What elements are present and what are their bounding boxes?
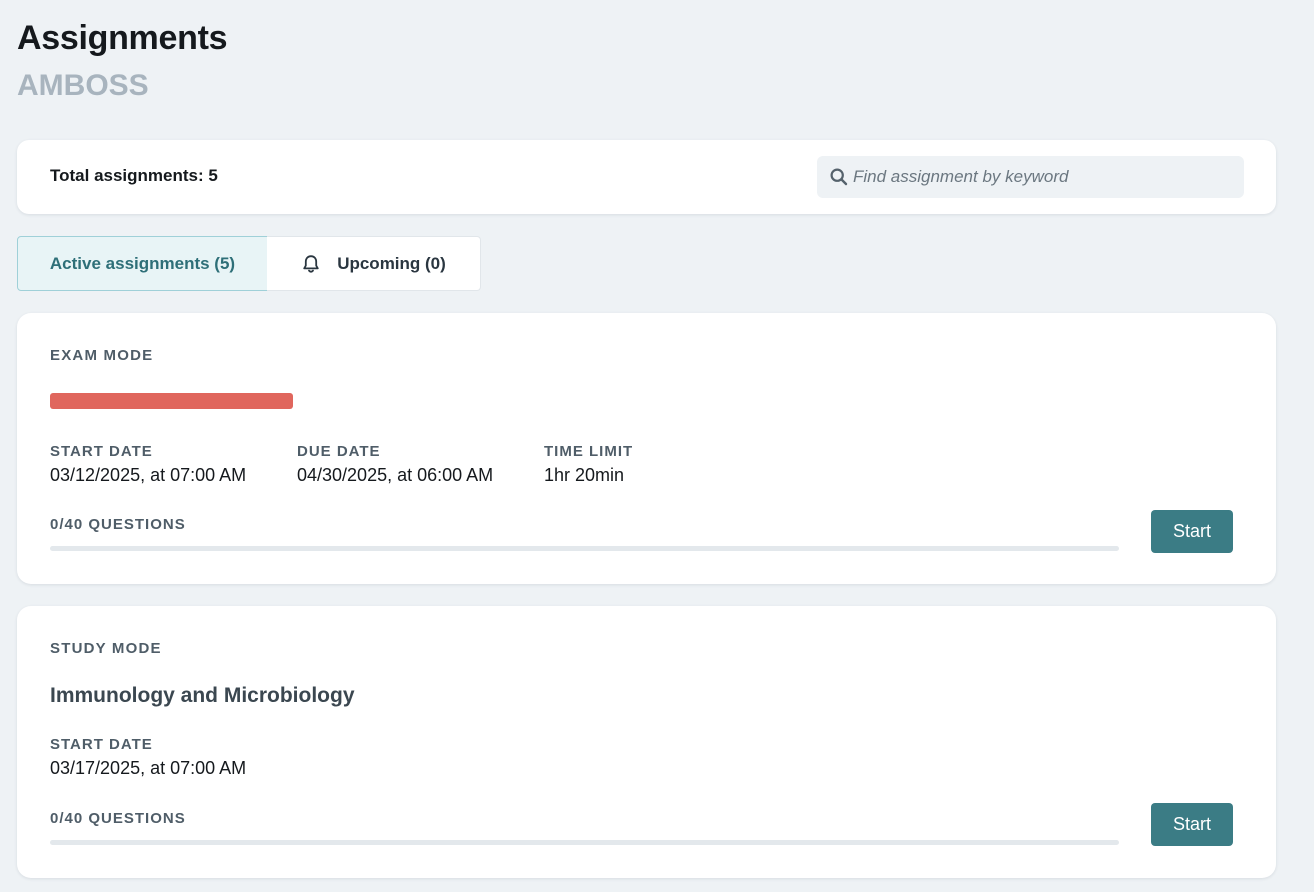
bell-icon xyxy=(303,254,319,273)
search-input[interactable] xyxy=(853,156,1233,198)
tab-upcoming-label: Upcoming (0) xyxy=(337,253,446,273)
start-date-label: START DATE xyxy=(50,443,153,460)
questions-progress-label: 0/40 QUESTIONS xyxy=(50,810,186,827)
questions-progress-bar xyxy=(50,840,1119,845)
start-date-value: 03/12/2025, at 07:00 AM xyxy=(50,465,247,485)
search-icon xyxy=(830,168,848,186)
tab-active-assignments-label: Active assignments (5) xyxy=(49,253,236,273)
tab-upcoming[interactable]: Upcoming (0) xyxy=(267,236,481,291)
redacted-assignment-title xyxy=(50,393,293,409)
due-date-value: 04/30/2025, at 06:00 AM xyxy=(297,465,494,485)
due-date-label: DUE DATE xyxy=(297,443,381,460)
questions-progress-label: 0/40 QUESTIONS xyxy=(50,516,186,533)
page-subtitle: AMBOSS xyxy=(17,69,149,102)
assignment-mode-label: EXAM MODE xyxy=(50,347,154,364)
assignment-card: STUDY MODE Immunology and Microbiology S… xyxy=(17,606,1276,878)
assignment-card: EXAM MODE START DATE 03/12/2025, at 07:0… xyxy=(17,313,1276,584)
time-limit-label: TIME LIMIT xyxy=(544,443,634,460)
time-limit-field: TIME LIMIT 1hr 20min xyxy=(544,443,633,486)
start-button[interactable]: Start xyxy=(1151,510,1233,553)
page-title: Assignments xyxy=(17,19,228,57)
start-date-field: START DATE 03/17/2025, at 07:00 AM xyxy=(50,736,246,779)
assignment-title: Immunology and Microbiology xyxy=(50,684,355,707)
tab-active-assignments[interactable]: Active assignments (5) xyxy=(17,236,268,291)
due-date-field: DUE DATE 04/30/2025, at 06:00 AM xyxy=(297,443,493,486)
time-limit-value: 1hr 20min xyxy=(544,465,625,485)
summary-card: Total assignments: 5 xyxy=(17,140,1276,214)
start-date-label: START DATE xyxy=(50,736,153,753)
start-button[interactable]: Start xyxy=(1151,803,1233,846)
total-assignments-label: Total assignments: 5 xyxy=(50,166,218,185)
start-date-field: START DATE 03/12/2025, at 07:00 AM xyxy=(50,443,246,486)
assignment-mode-label: STUDY MODE xyxy=(50,640,162,657)
search-box[interactable] xyxy=(817,156,1244,198)
start-date-value: 03/17/2025, at 07:00 AM xyxy=(50,758,247,778)
questions-progress-bar xyxy=(50,546,1119,551)
